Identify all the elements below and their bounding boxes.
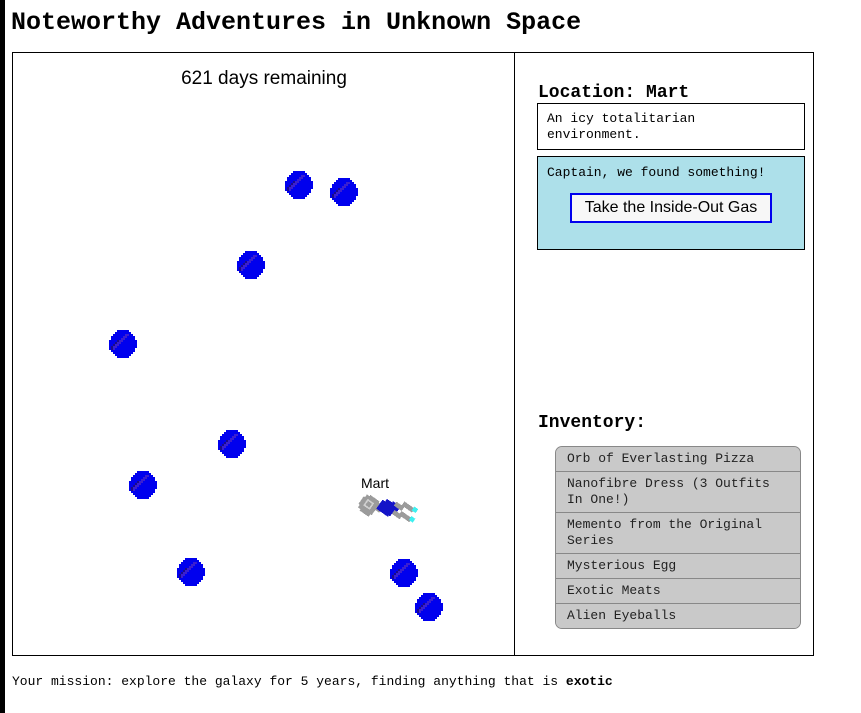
planet-marker[interactable] [415, 593, 443, 621]
starfield: Mart [13, 53, 514, 655]
game-page: Noteworthy Adventures in Unknown Space 6… [5, 0, 861, 713]
inventory-item[interactable]: Exotic Meats [556, 579, 800, 604]
side-panel: Location: Mart An icy totalitarian envir… [516, 53, 815, 655]
event-box: Captain, we found something! Take the In… [537, 156, 805, 250]
mission-statement: Your mission: explore the galaxy for 5 y… [12, 674, 613, 689]
planet-marker[interactable] [390, 559, 418, 587]
inventory-item[interactable]: Alien Eyeballs [556, 604, 800, 628]
planet-marker[interactable] [285, 171, 313, 199]
page-title: Noteworthy Adventures in Unknown Space [11, 8, 582, 37]
main-layout-frame: 621 days remaining Mart Location: Mart A… [12, 52, 814, 656]
inventory-list: Orb of Everlasting Pizza Nanofibre Dress … [555, 446, 801, 629]
planet-marker[interactable] [177, 558, 205, 586]
planet-marker[interactable] [129, 471, 157, 499]
planet-marker[interactable] [218, 430, 246, 458]
inventory-item[interactable]: Orb of Everlasting Pizza [556, 447, 800, 472]
inventory-item[interactable]: Mysterious Egg [556, 554, 800, 579]
planet-marker[interactable] [109, 330, 137, 358]
inventory-heading: Inventory: [538, 413, 647, 433]
ship-location-label: Mart [361, 475, 389, 491]
event-message: Captain, we found something! [547, 165, 766, 180]
location-description: An icy totalitarian environment. [537, 103, 805, 150]
inventory-item[interactable]: Memento from the Original Series [556, 513, 800, 554]
planet-marker[interactable] [237, 251, 265, 279]
inventory-item[interactable]: Nanofibre Dress (3 Outfits In One!) [556, 472, 800, 513]
location-heading: Location: Mart [538, 83, 690, 103]
take-item-button[interactable]: Take the Inside-Out Gas [569, 193, 773, 223]
mission-prefix: Your mission: explore the galaxy for 5 y… [12, 674, 566, 689]
mission-keyword: exotic [565, 674, 613, 689]
star-map-panel[interactable]: 621 days remaining Mart [13, 53, 515, 655]
planet-marker[interactable] [330, 178, 358, 206]
